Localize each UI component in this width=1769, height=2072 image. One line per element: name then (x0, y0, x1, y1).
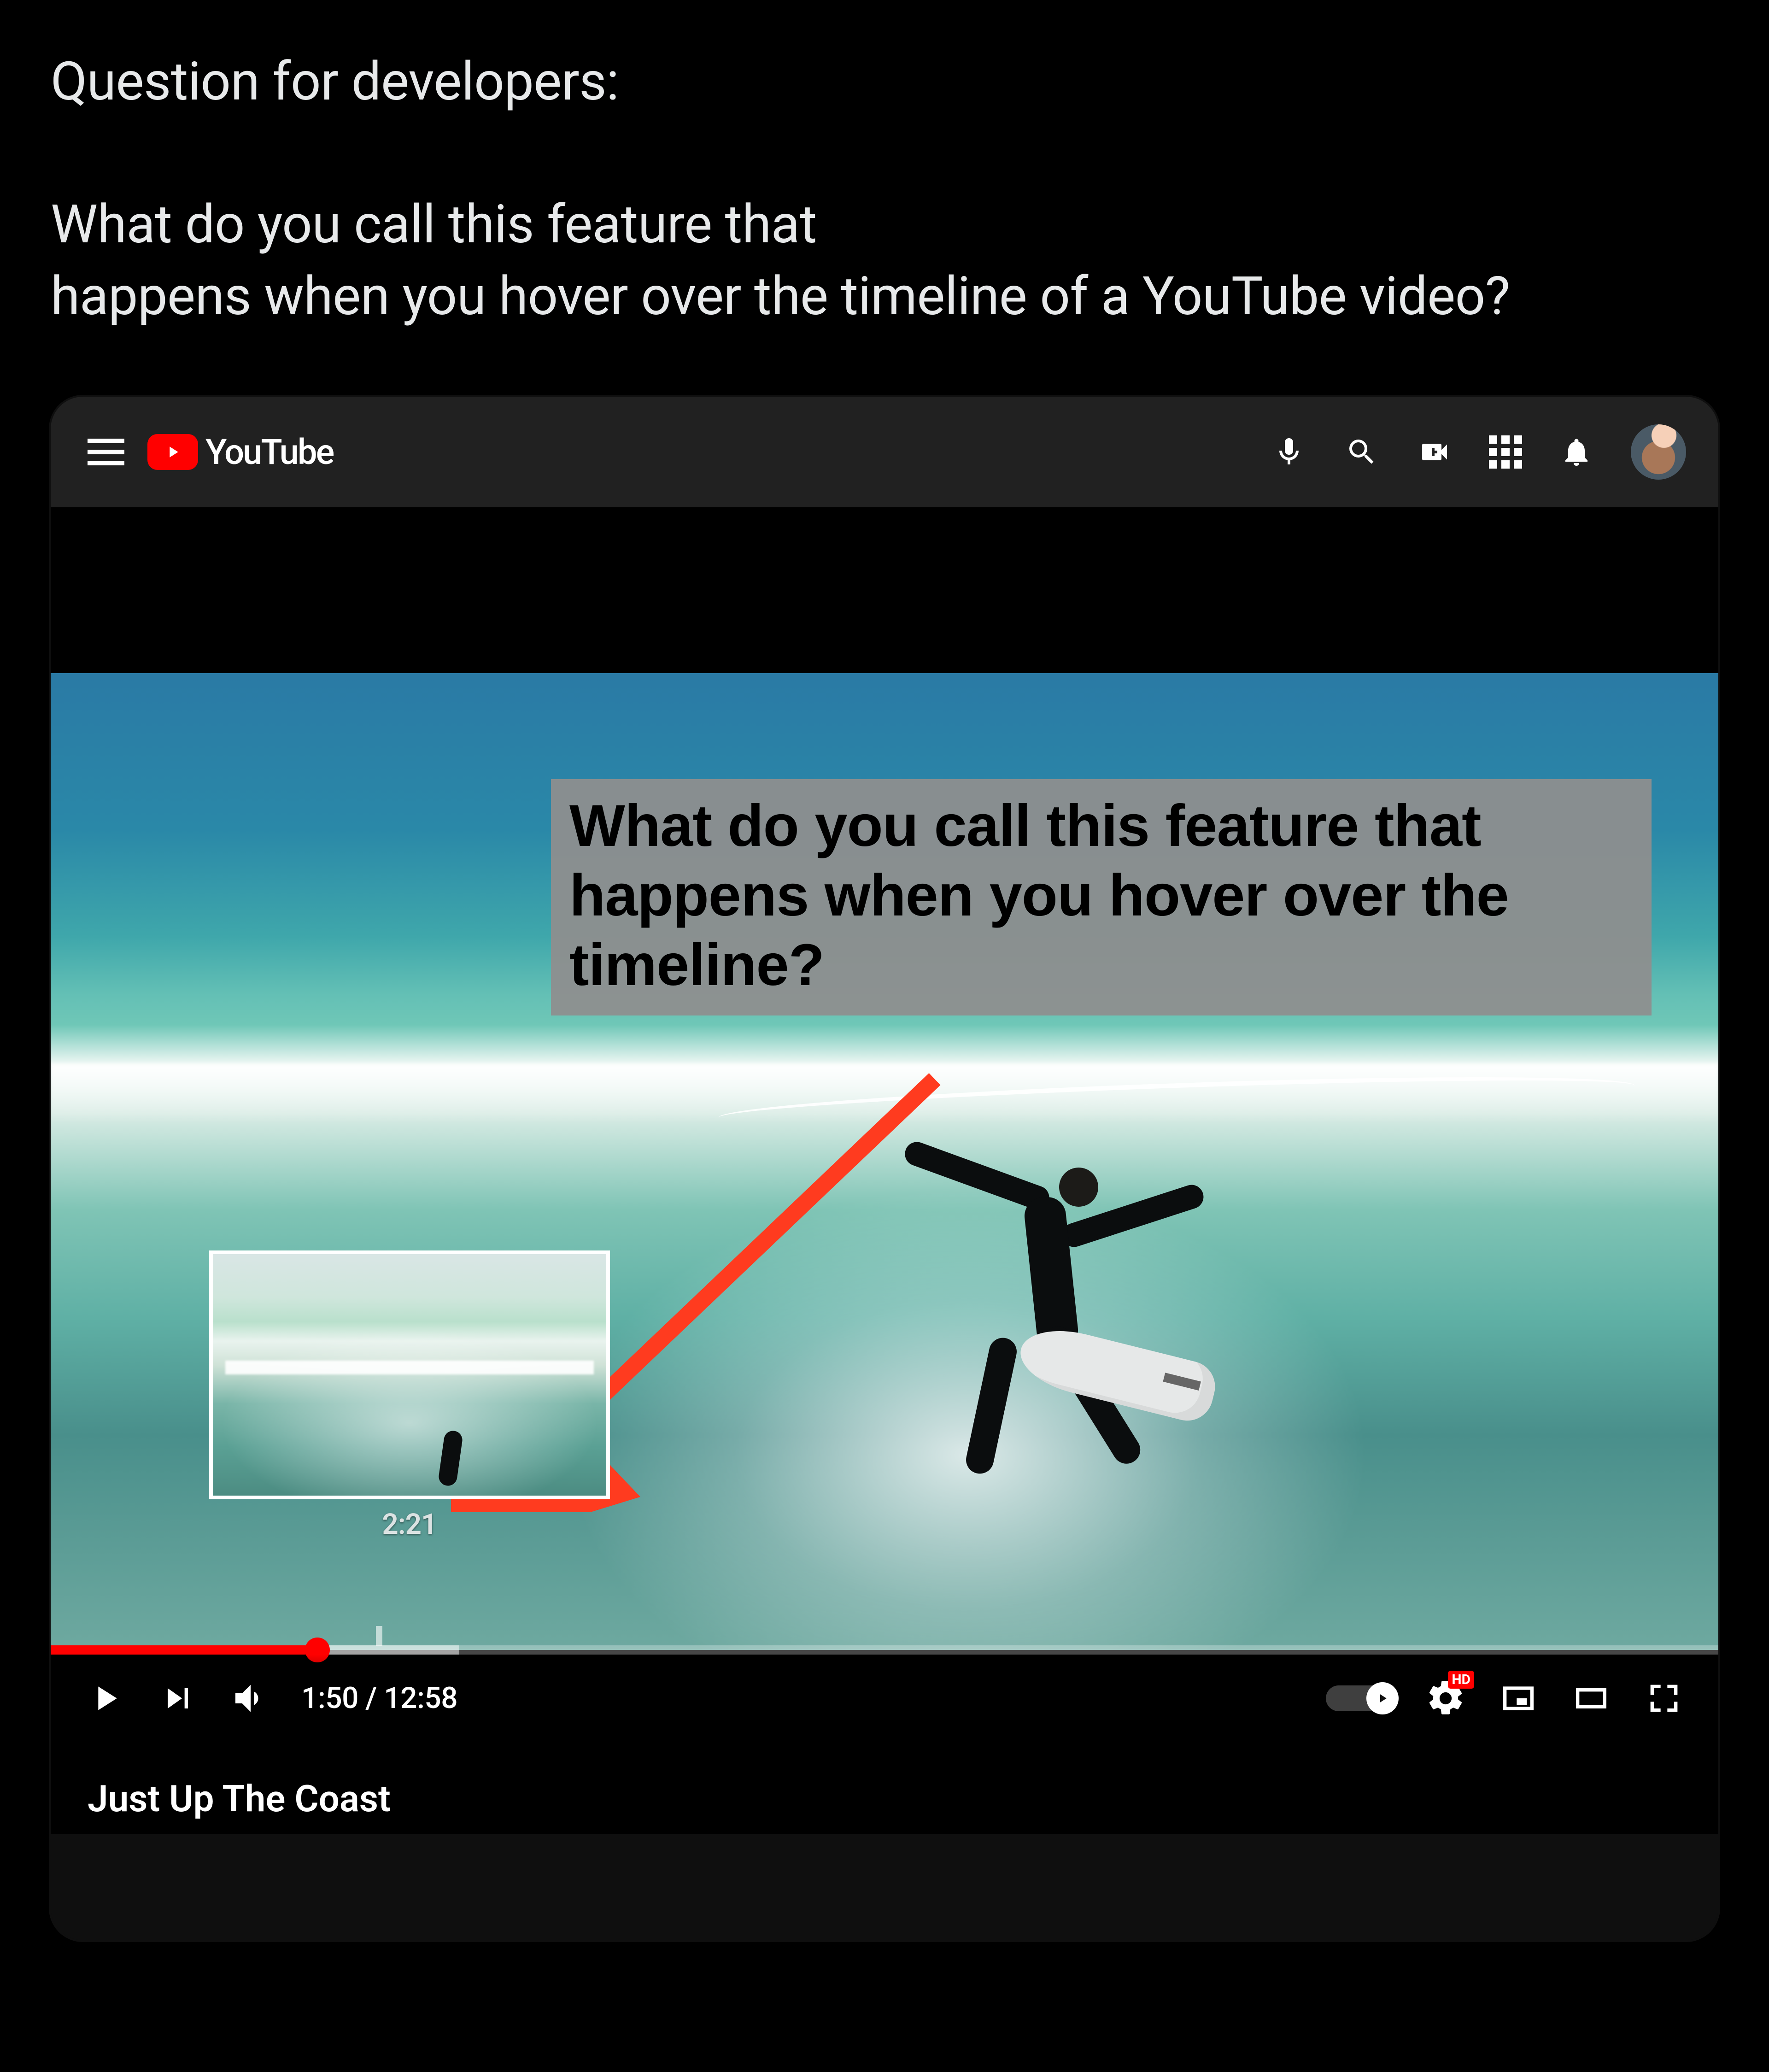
player-controls: 1:50 / 12:58 HD (51, 1655, 1718, 1742)
video-letterbox-top (51, 507, 1718, 673)
youtube-header-actions (1271, 424, 1686, 480)
post-line-1: Question for developers: (51, 46, 1718, 117)
miniplayer-button[interactable] (1496, 1676, 1541, 1720)
post-text: Question for developers: What do you cal… (51, 46, 1718, 332)
seek-preview-time: 2:21 (209, 1508, 610, 1541)
autoplay-toggle[interactable] (1326, 1685, 1395, 1711)
volume-button[interactable] (228, 1676, 273, 1720)
seek-preview-image (209, 1250, 610, 1499)
progress-hover-indicator (376, 1626, 382, 1646)
hd-badge: HD (1448, 1671, 1474, 1689)
youtube-header: YouTube (51, 397, 1718, 507)
post-line-3: happens when you hover over the timeline… (51, 261, 1718, 332)
progress-bar[interactable] (51, 1645, 1718, 1655)
play-button[interactable] (83, 1676, 127, 1720)
post-line-2: What do you call this feature that (51, 189, 1718, 260)
time-display: 1:50 / 12:58 (301, 1681, 457, 1715)
video-player[interactable]: What do you call this feature that happe… (51, 507, 1718, 1834)
theater-mode-button[interactable] (1569, 1676, 1613, 1720)
hamburger-menu-icon[interactable] (88, 434, 124, 470)
youtube-logo[interactable]: YouTube (147, 431, 333, 473)
search-icon[interactable] (1343, 434, 1380, 470)
create-video-icon[interactable] (1416, 434, 1453, 470)
notifications-bell-icon[interactable] (1558, 434, 1595, 470)
settings-button[interactable]: HD (1423, 1676, 1468, 1720)
progress-played (51, 1645, 317, 1655)
next-button[interactable] (156, 1676, 200, 1720)
video-surfer-silhouette (935, 1131, 1174, 1462)
annotation-overlay-box: What do you call this feature that happe… (551, 779, 1652, 1015)
voice-search-icon[interactable] (1271, 434, 1307, 470)
embedded-screenshot-card: YouTube (51, 397, 1718, 1940)
user-avatar[interactable] (1631, 424, 1686, 480)
seek-preview-thumbnail: 2:21 (209, 1250, 610, 1541)
apps-grid-icon[interactable] (1489, 435, 1522, 469)
autoplay-toggle-knob-icon (1366, 1682, 1399, 1714)
youtube-play-badge-icon (147, 434, 198, 470)
youtube-wordmark: YouTube (205, 431, 333, 473)
fullscreen-button[interactable] (1642, 1676, 1686, 1720)
post: Question for developers: What do you cal… (0, 0, 1769, 332)
video-title[interactable]: Just Up The Coast (88, 1777, 1681, 1820)
youtube-header-left: YouTube (88, 431, 333, 473)
